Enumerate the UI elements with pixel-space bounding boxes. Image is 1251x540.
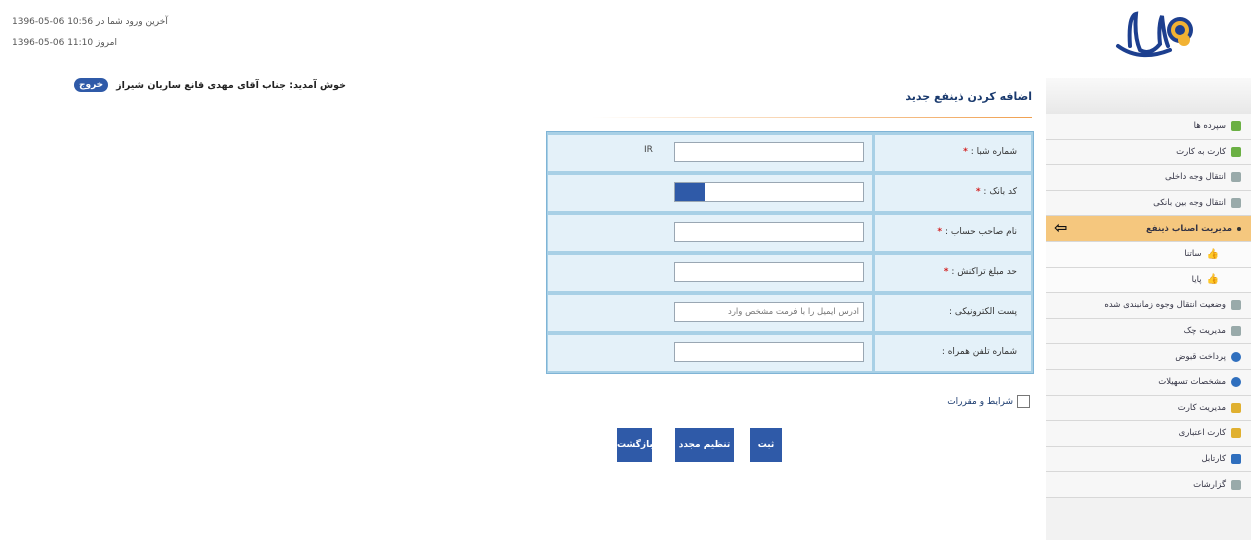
back-button[interactable]: بازگشت <box>617 428 653 462</box>
form-row-account-owner: نام صاحب حساب : * <box>547 215 1033 252</box>
bank-code-label: کد بانک : * <box>875 175 1031 211</box>
transaction-limit-cell <box>548 255 872 291</box>
mobile-label: شماره تلفن همراه : <box>875 335 1031 371</box>
sidebar-item-cheque[interactable]: مدیریت چک <box>1046 318 1251 345</box>
report-icon <box>1231 479 1241 490</box>
sidebar-item-satna[interactable]: 👍 ساتنا <box>1046 241 1251 268</box>
bank-logo-icon <box>1116 11 1193 58</box>
account-owner-label: نام صاحب حساب : * <box>875 215 1031 251</box>
sidebar-item-bills[interactable]: پرداخت قبوض <box>1046 344 1251 370</box>
arrow-left-icon: ⇦ <box>1054 218 1068 238</box>
internal-transfer-icon <box>1231 172 1241 183</box>
reset-button[interactable]: تنظیم مجدد <box>675 428 734 462</box>
beneficiary-form: شماره شبا : * IR کد بانک : * نام صاحب حس… <box>546 131 1034 374</box>
terms-link[interactable]: شرایط و مقررات <box>947 397 1013 407</box>
interbank-transfer-icon <box>1231 198 1241 209</box>
sidebar-item-deposits[interactable]: سپرده ها <box>1046 114 1251 140</box>
cartable-icon <box>1231 454 1241 465</box>
bill-icon <box>1231 351 1241 362</box>
sidebar-header <box>1046 78 1251 114</box>
welcome-bar: خوش آمدید: جناب آقای مهدی قانع ساریان شی… <box>74 78 346 92</box>
thumb-icon: 👍 <box>1206 248 1219 260</box>
sidebar-item-interbank-transfer[interactable]: انتقال وجه بین بانکی <box>1046 190 1251 217</box>
sidebar: سپرده ها کارت به کارت انتقال وجه داخلی ا… <box>1046 0 1251 540</box>
form-row-mobile: شماره تلفن همراه : <box>547 335 1033 372</box>
credit-card-icon <box>1231 428 1241 439</box>
bullet-icon <box>1237 226 1241 231</box>
bank-code-cell <box>548 175 872 211</box>
sheba-input[interactable] <box>674 142 864 162</box>
email-cell <box>548 295 872 331</box>
mobile-input[interactable] <box>674 342 864 362</box>
sheba-label: شماره شبا : * <box>875 135 1031 171</box>
sidebar-item-beneficiary[interactable]: مدیریت اصناب ذینفع ⇦ <box>1046 216 1251 242</box>
email-label: پست الکترونیکی : <box>875 295 1031 331</box>
email-input[interactable] <box>674 302 864 322</box>
sidebar-item-credit-card[interactable]: کارت اعتباری <box>1046 421 1251 447</box>
form-row-limit: حد مبلغ تراکنش : * <box>547 255 1033 292</box>
deposit-icon <box>1231 121 1241 132</box>
form-row-email: پست الکترونیکی : <box>547 295 1033 332</box>
sidebar-item-card-management[interactable]: مدیریت کارت <box>1046 395 1251 422</box>
bank-code-selector[interactable] <box>675 183 705 201</box>
schedule-icon <box>1231 300 1241 311</box>
sidebar-item-reports[interactable]: گزارشات <box>1046 472 1251 498</box>
sidebar-item-card-to-card[interactable]: کارت به کارت <box>1046 139 1251 166</box>
last-login-text: آخرین ورود شما در 10:56 06-05-1396 <box>12 17 168 27</box>
title-divider <box>592 117 1032 118</box>
form-row-bank-code: کد بانک : * <box>547 175 1033 212</box>
sidebar-item-internal-transfer[interactable]: انتقال وجه داخلی <box>1046 165 1251 191</box>
account-owner-input[interactable] <box>674 222 864 242</box>
submit-button[interactable]: ثبت <box>750 428 782 462</box>
thumb-icon: 👍 <box>1206 274 1219 286</box>
sidebar-item-scheduled-transfers[interactable]: وضعیت انتقال وجوه زمانبندی شده <box>1046 293 1251 319</box>
sidebar-menu: سپرده ها کارت به کارت انتقال وجه داخلی ا… <box>1046 114 1251 498</box>
page-title: اضافه کردن ذینفع جدید <box>905 90 1032 103</box>
welcome-text: خوش آمدید: جناب آقای مهدی قانع ساریان شی… <box>116 79 346 91</box>
bank-code-input[interactable] <box>674 182 864 202</box>
sheba-cell: IR <box>548 135 872 171</box>
mobile-cell <box>548 335 872 371</box>
form-row-sheba: شماره شبا : * IR <box>547 135 1033 172</box>
logo-area <box>1046 0 1251 78</box>
account-owner-cell <box>548 215 872 251</box>
sidebar-item-paya[interactable]: 👍 پایا <box>1046 267 1251 294</box>
transaction-limit-label: حد مبلغ تراکنش : * <box>875 255 1031 291</box>
logout-button[interactable]: خروج <box>74 78 109 92</box>
iban-prefix: IR <box>644 145 653 155</box>
sidebar-item-cartable[interactable]: کارتابل <box>1046 446 1251 473</box>
loan-icon <box>1231 377 1241 388</box>
sidebar-item-loans[interactable]: مشخصات تسهیلات <box>1046 369 1251 396</box>
today-date-text: امروز 11:10 06-05-1396 <box>12 38 117 48</box>
cheque-icon <box>1231 326 1241 337</box>
card-transfer-icon <box>1231 146 1241 157</box>
card-icon <box>1231 402 1241 413</box>
login-info: آخرین ورود شما در 10:56 06-05-1396 امروز… <box>12 12 168 54</box>
terms-row: شرایط و مقررات <box>728 395 1030 408</box>
transaction-limit-input[interactable] <box>674 262 864 282</box>
terms-checkbox[interactable] <box>1017 395 1030 408</box>
